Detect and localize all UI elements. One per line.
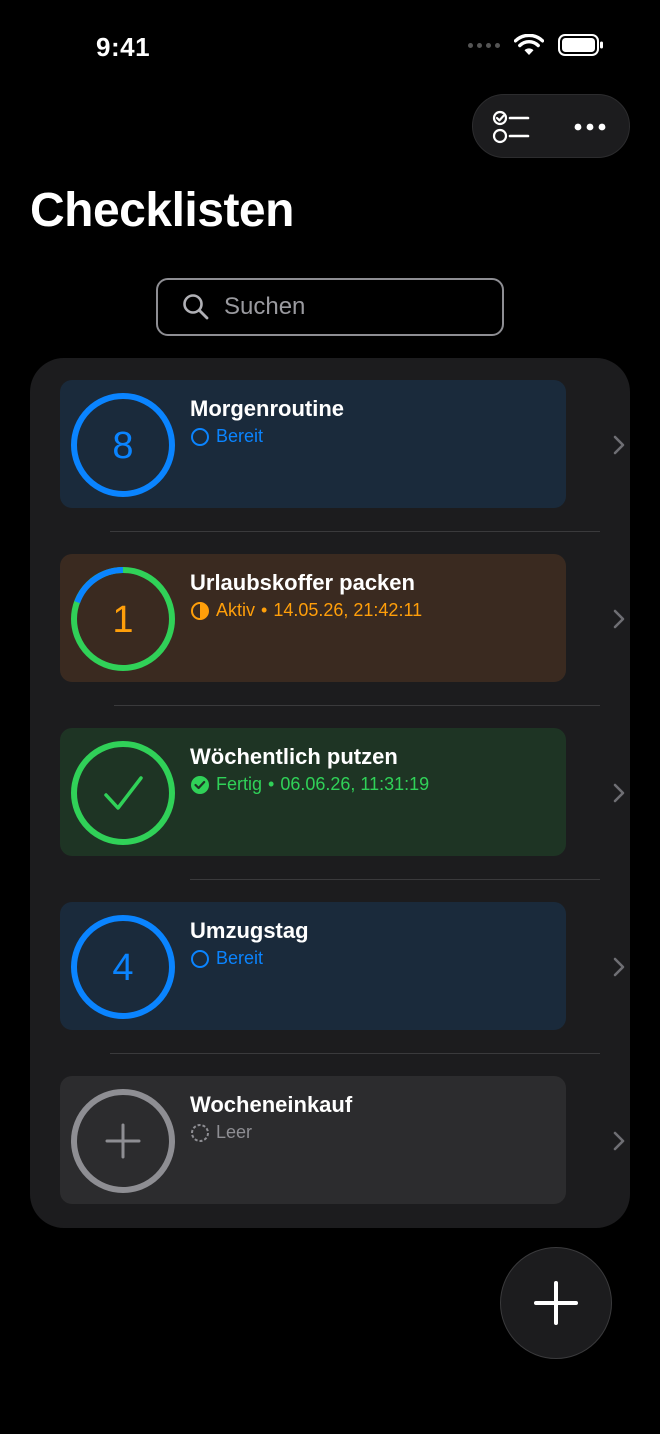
chevron-right-icon: [613, 435, 625, 455]
item-count: 1: [112, 599, 133, 641]
checklist-list: 8 Morgenroutine Bereit 1 Urlaubskoffer p…: [30, 358, 630, 1228]
item-status: Leer: [190, 1122, 252, 1143]
status-label: Fertig: [216, 774, 263, 794]
dashed-circle-icon: [190, 1123, 210, 1143]
checklists-screen: 9:41 Checklisten Suchen 8 Morgenroutine …: [0, 0, 660, 1434]
list-item[interactable]: 1 Urlaubskoffer packen Aktiv • 14.05.26,…: [60, 554, 625, 682]
separator: [114, 705, 600, 706]
progress-ring: [71, 741, 175, 845]
plus-icon: [534, 1281, 578, 1325]
signal-dots-icon: [468, 42, 500, 48]
ready-status-icon: [190, 949, 210, 969]
plus-icon: [105, 1123, 141, 1159]
half-circle-icon: [190, 601, 210, 621]
item-title: Wocheneinkauf: [190, 1092, 353, 1117]
chevron-right-icon: [613, 783, 625, 803]
search-placeholder: Suchen: [224, 293, 306, 320]
checklist-filter-button[interactable]: [477, 95, 547, 159]
page-title: Checklisten: [30, 184, 294, 237]
status-label: Bereit: [216, 948, 264, 968]
chevron-right-icon: [613, 957, 625, 977]
separator: [110, 531, 600, 532]
checkmark-circle-icon: [190, 775, 210, 795]
item-title: Urlaubskoffer packen: [190, 570, 415, 595]
item-count: 4: [112, 947, 133, 989]
more-icon: [574, 123, 606, 131]
checkmark-icon: [104, 776, 143, 810]
progress-ring: 8: [71, 393, 175, 497]
search-input[interactable]: Suchen: [156, 278, 504, 336]
wifi-icon: [514, 34, 544, 55]
progress-ring: 1: [71, 567, 175, 671]
status-icons: [468, 34, 604, 56]
more-button[interactable]: [555, 95, 625, 159]
list-item[interactable]: Wocheneinkauf Leer: [60, 1076, 625, 1204]
item-status: Fertig • 06.06.26, 11:31:19: [190, 774, 429, 795]
search-icon: [183, 294, 209, 320]
chevron-right-icon: [613, 609, 625, 629]
item-count: 8: [112, 425, 133, 467]
item-status: Aktiv • 14.05.26, 21:42:11: [190, 600, 422, 621]
separator: [190, 879, 600, 880]
status-timestamp: 06.06.26, 11:31:19: [280, 774, 430, 794]
progress-ring: [71, 1089, 175, 1193]
add-checklist-button[interactable]: [500, 1247, 612, 1359]
list-item[interactable]: 4 Umzugstag Bereit: [60, 902, 625, 1030]
status-label: Leer: [216, 1122, 253, 1142]
ready-status-icon: [190, 427, 210, 447]
status-time: 9:41: [96, 32, 151, 62]
list-item[interactable]: 8 Morgenroutine Bereit: [60, 380, 625, 508]
chevron-right-icon: [613, 1131, 625, 1151]
status-timestamp: 14.05.26, 21:42:11: [273, 600, 423, 620]
item-status: Bereit: [190, 426, 263, 447]
list-item[interactable]: Wöchentlich putzen Fertig • 06.06.26, 11…: [60, 728, 625, 856]
status-label: Aktiv: [216, 600, 256, 620]
battery-icon: [558, 34, 603, 56]
status-label: Bereit: [216, 426, 264, 446]
progress-ring: 4: [71, 915, 175, 1019]
item-status: Bereit: [190, 948, 263, 969]
item-title: Umzugstag: [190, 918, 309, 943]
toolbar-pill: [472, 94, 630, 158]
item-title: Wöchentlich putzen: [190, 744, 398, 769]
separator: [110, 1053, 600, 1054]
checklist-icon: [492, 110, 530, 144]
item-title: Morgenroutine: [190, 396, 344, 421]
